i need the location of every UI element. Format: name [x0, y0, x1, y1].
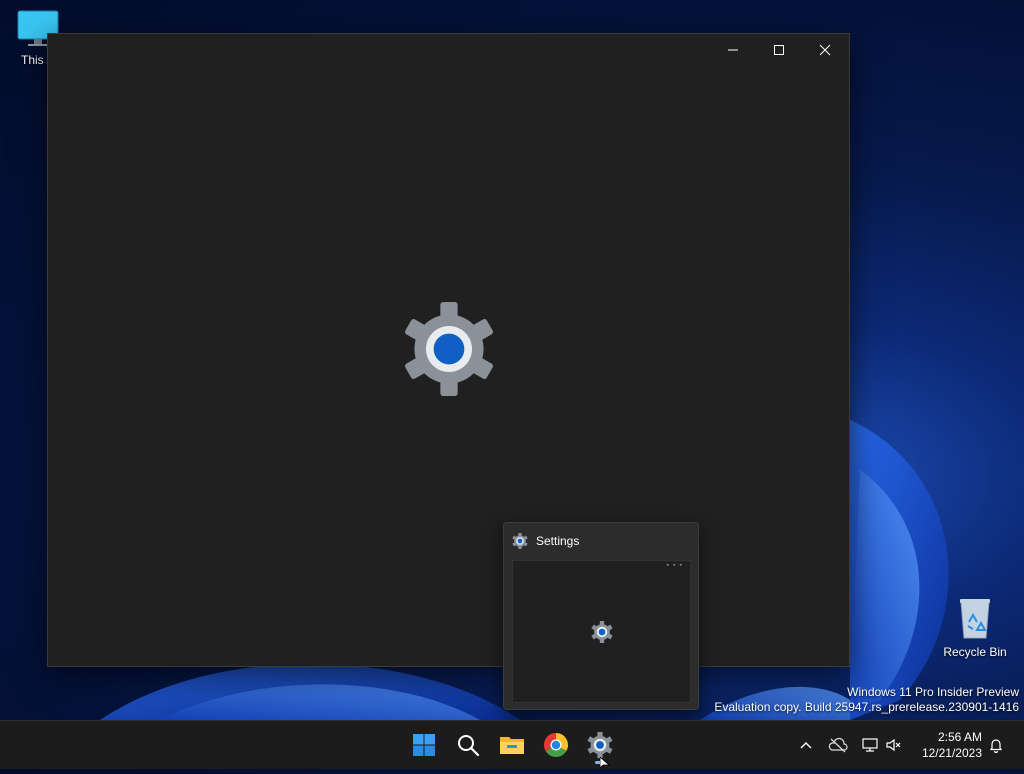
clock-time: 2:56 AM: [937, 730, 982, 744]
volume-muted-icon: [886, 738, 901, 752]
close-button[interactable]: [802, 34, 848, 66]
file-explorer-icon: [500, 737, 524, 754]
recycle-bin-icon: [960, 599, 990, 639]
onedrive-offline-icon: [828, 737, 848, 753]
desktop-icon-recycle-bin[interactable]: Recycle Bin: [937, 596, 1013, 659]
mouse-cursor-icon: [599, 756, 611, 774]
network-tray-button[interactable]: [858, 733, 882, 757]
maximize-button[interactable]: [756, 34, 802, 66]
taskbar-thumbnail-popup[interactable]: Settings ▪▪▪: [503, 522, 699, 710]
thumbnail-title: Settings: [536, 534, 580, 548]
chrome-button[interactable]: [536, 725, 576, 765]
settings-window[interactable]: [47, 33, 850, 667]
clock-date: 12/21/2023: [921, 746, 982, 760]
watermark-build: Evaluation copy. Build 25947.rs_prerelea…: [714, 700, 1019, 714]
onedrive-tray-button[interactable]: [826, 733, 850, 757]
preview-gear-icon: [591, 621, 613, 648]
windows-start-icon: [413, 734, 435, 756]
minimize-icon: [728, 49, 738, 51]
maximize-icon: [774, 45, 784, 55]
volume-tray-button[interactable]: [882, 733, 906, 757]
taskbar: 2:56 AM 12/21/2023: [0, 720, 1024, 769]
thumbnail-preview[interactable]: ▪▪▪: [512, 560, 691, 703]
chrome-icon: [543, 733, 569, 758]
settings-gear-icon: [512, 533, 528, 549]
minimize-button[interactable]: [710, 34, 756, 66]
start-button[interactable]: [404, 725, 444, 765]
search-button[interactable]: [448, 725, 488, 765]
close-icon: [819, 44, 831, 56]
notifications-button[interactable]: [984, 733, 1008, 757]
settings-gear-icon: [587, 732, 613, 758]
file-explorer-button[interactable]: [492, 725, 532, 765]
watermark-edition: Windows 11 Pro Insider Preview: [847, 685, 1019, 699]
taskbar-clock[interactable]: 2:56 AM 12/21/2023: [912, 729, 982, 761]
desktop-icon-label: Recycle Bin: [943, 645, 1007, 659]
chevron-up-icon: [800, 742, 812, 749]
network-icon: [862, 738, 878, 752]
settings-splash-gear-icon: [399, 301, 499, 402]
bell-icon: [989, 739, 1003, 753]
preview-window-controls: ▪▪▪: [666, 562, 686, 569]
search-icon: [458, 735, 480, 757]
show-hidden-icons-button[interactable]: [794, 733, 818, 757]
windows-watermark: Windows 11 Pro Insider Preview Evaluatio…: [714, 685, 1019, 715]
